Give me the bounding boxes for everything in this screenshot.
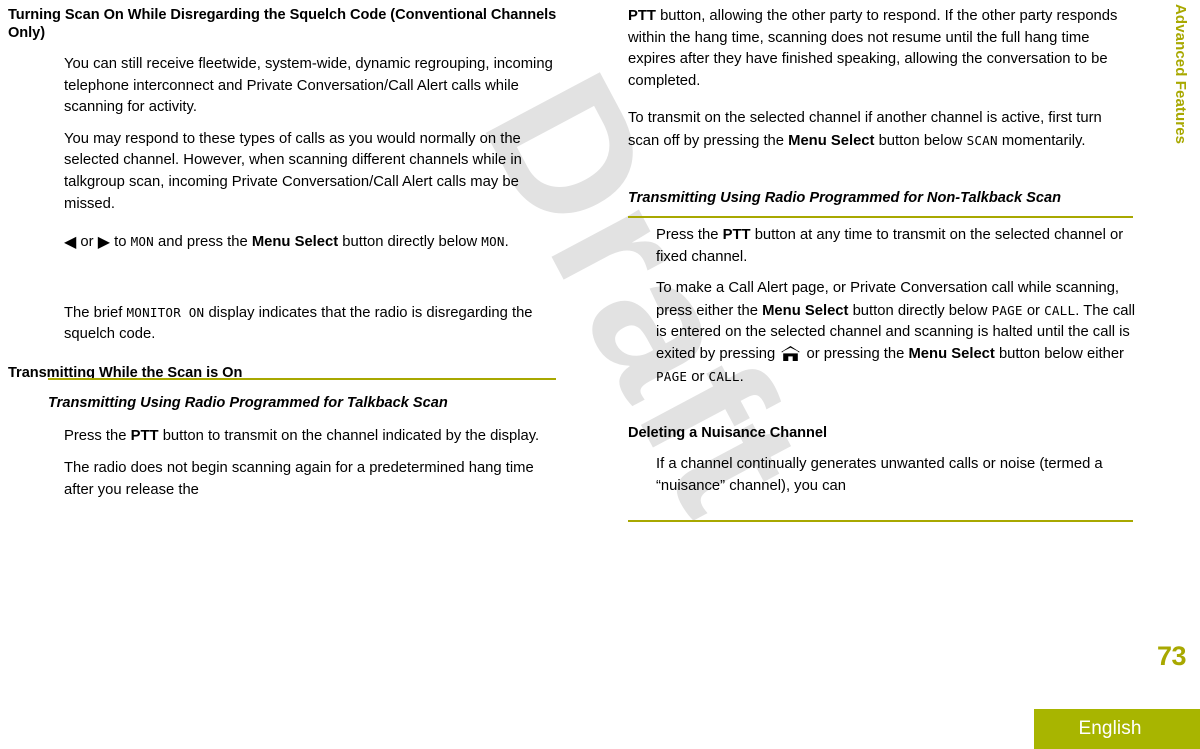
ptt-pre-text: Press the [64,428,131,445]
step-text-to: to [110,234,131,251]
call-alert-post-text: . [739,368,744,385]
language-bar: English [1034,709,1200,749]
paragraph-nuisance-channel: If a channel continually generates unwan… [656,456,1103,494]
section-divider-left [48,378,556,380]
section-heading-squelch: Turning Scan On While Disregarding the S… [8,7,557,41]
call-alert-mid-6: or [687,368,709,385]
lcd-label-call: CALL [1044,302,1076,318]
home-icon [781,346,801,362]
step-text-or: or [76,234,98,251]
paragraph-press-ptt-anytime: Press the PTT button at any time to tran… [628,225,1136,268]
subheading-talkback-scan: Transmitting Using Radio Programmed for … [48,394,448,411]
lcd-label-mon-2: MON [481,234,505,250]
paragraph-ptt-continued: PTT button, allowing the other party to … [628,6,1136,92]
section-divider-right-top [628,216,1133,218]
step-text-after: button directly below [338,234,482,251]
step-text-end: . [504,234,509,251]
transmit-mid-text: button below [874,132,967,149]
paragraph-respond-calls: You may respond to these types of calls … [64,130,522,212]
call-alert-mid-4: or pressing the [802,346,909,363]
section-heading-nuisance-channel: Deleting a Nuisance Channel [628,425,827,442]
transmit-post-text: momentarily. [997,132,1086,149]
bold-menu-select-4: Menu Select [908,346,995,363]
step-text-mid: and press the [153,234,252,251]
lcd-label-page-2: PAGE [656,368,688,384]
bold-ptt-continued: PTT [628,8,656,24]
paragraph-call-alert-page: To make a Call Alert page, or Private Co… [628,278,1136,388]
call-alert-mid-5: button below either [994,346,1124,363]
section-divider-right-bottom [628,520,1133,522]
paragraph-transmit-selected-channel: To transmit on the selected channel if a… [628,108,1136,152]
chapter-side-tab: Advanced Features [1156,0,1200,230]
right-column: PTT button, allowing the other party to … [628,0,1136,497]
call-alert-mid-2: or [1022,302,1045,319]
call-alert-mid-1: button directly below [848,302,992,319]
document-page: Turning Scan On While Disregarding the S… [0,0,1200,749]
paragraph-hang-time: The radio does not begin scanning again … [64,460,534,498]
bold-menu-select-3: Menu Select [762,302,849,319]
left-column: Turning Scan On While Disregarding the S… [8,0,560,501]
bold-ptt-2: PTT [722,227,751,244]
lcd-label-mon: MON [130,234,154,250]
ptt-anytime-pre-text: Press the [656,227,723,244]
bold-menu-select-2: Menu Select [788,132,875,149]
subheading-non-talkback-scan: Transmitting Using Radio Programmed for … [628,189,1062,206]
lcd-label-scan: SCAN [966,132,998,148]
lcd-label-call-2: CALL [708,368,740,384]
paragraph-press-ptt: Press the PTT button to transmit on the … [8,426,560,448]
arrow-right-icon: ▶ [97,232,111,252]
language-label: English [1078,718,1142,739]
bold-menu-select: Menu Select [251,234,339,251]
bold-ptt: PTT [130,428,159,445]
lcd-label-monitor-on: MONITOR ON [126,304,205,320]
chapter-side-tab-label: Advanced Features [1172,4,1189,145]
monitor-pre-text: The brief [64,304,127,321]
ptt-continued-text: button, allowing the other party to resp… [628,8,1118,89]
paragraph-step-mon: ◀ or ▶ to MON and press the Menu Select … [8,231,560,254]
page-number: 73 [1156,641,1187,671]
paragraph-receive-calls: You can still receive fleetwide, system-… [64,56,553,116]
ptt-post-text: button to transmit on the channel indica… [158,428,540,445]
paragraph-monitor-on: The brief MONITOR ON display indicates t… [8,302,560,346]
arrow-left-icon: ◀ [64,232,77,252]
lcd-label-page: PAGE [991,302,1023,318]
